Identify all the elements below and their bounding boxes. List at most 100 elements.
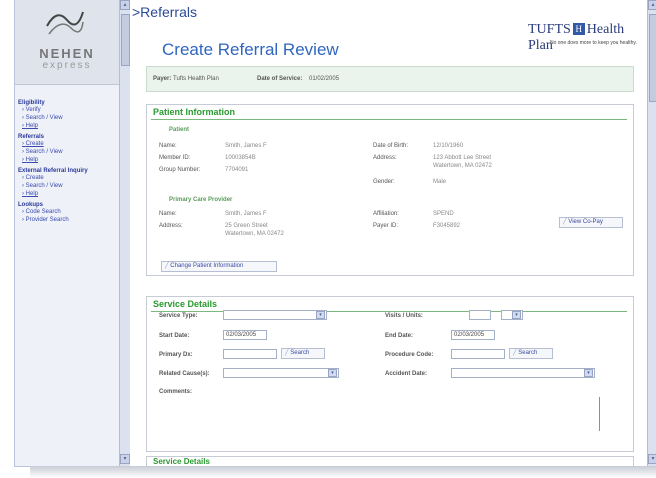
- gender-value: Male: [433, 179, 447, 185]
- nav-link[interactable]: › Create: [18, 174, 116, 182]
- logo-swoosh-icon: [46, 11, 84, 35]
- frame-shadow: [30, 466, 656, 478]
- chevron-down-icon[interactable]: ▾: [328, 369, 337, 377]
- primary-dx-search-button[interactable]: ╱ Search: [281, 348, 325, 359]
- primary-dx-input[interactable]: [223, 349, 277, 359]
- procedure-code-input[interactable]: [451, 349, 505, 359]
- view-copay-label: View Co-Pay: [568, 219, 603, 225]
- nav-link[interactable]: › Create: [18, 140, 116, 148]
- sidebar-scroll-thumb[interactable]: [121, 14, 130, 66]
- service-type-select[interactable]: ▾: [223, 310, 327, 320]
- comments-textarea-edge: [599, 397, 600, 431]
- scroll-up-icon[interactable]: ▴: [648, 0, 656, 10]
- procedure-search-button[interactable]: ╱ Search: [509, 348, 553, 359]
- dob-label: Date of Birth:: [373, 143, 409, 149]
- section-title: Patient Information: [153, 107, 236, 117]
- payer-label: Payer:: [153, 76, 172, 82]
- nav-link[interactable]: › Search / View: [18, 114, 116, 122]
- page-title: Create Referral Review: [162, 40, 339, 59]
- main-scrollbar[interactable]: ▴ ▾: [647, 0, 656, 466]
- logo-text: NEHEN: [39, 46, 95, 61]
- name-value: Smith, James F: [225, 143, 267, 149]
- nav-link-label: Create: [25, 141, 44, 147]
- main-scroll-thumb[interactable]: [649, 14, 656, 102]
- nav-link[interactable]: › Code Search: [18, 208, 116, 216]
- nav-link-label: Help: [25, 157, 39, 163]
- nav-link-label: Code Search: [25, 209, 61, 215]
- pcp-address-line1: 25 Green Street: [225, 223, 268, 229]
- end-date-label: End Date:: [385, 333, 414, 339]
- nav-link-label: Verify: [25, 107, 41, 113]
- service-type-label: Service Type:: [159, 313, 198, 319]
- nav-link[interactable]: › Provider Search: [18, 216, 116, 224]
- comments-label: Comments:: [159, 389, 193, 395]
- address-line2: Watertown, MA 02472: [433, 163, 492, 169]
- main-content: >Referrals Create Referral Review TUFTS H…: [130, 0, 647, 466]
- pcp-address-line2: Watertown, MA 02472: [225, 231, 284, 237]
- pencil-icon: ╱: [513, 350, 517, 356]
- sidebar-scrollbar[interactable]: ▴ ▾: [119, 0, 130, 466]
- group-number-value: 7704091: [225, 167, 249, 173]
- pcp-name-label: Name:: [159, 211, 177, 217]
- scroll-down-icon[interactable]: ▾: [120, 454, 130, 464]
- pcp-subheading: Primary Care Provider: [169, 197, 233, 203]
- dos-value: 01/02/2005: [309, 76, 340, 82]
- gender-label: Gender:: [373, 179, 395, 185]
- section-title: Service Details: [153, 299, 218, 309]
- pencil-icon: ╱: [563, 219, 567, 225]
- accident-date-select[interactable]: ▾: [451, 368, 595, 378]
- nav-link[interactable]: › Search / View: [18, 148, 116, 156]
- breadcrumb: >Referrals: [132, 4, 197, 20]
- dob-value: 12/10/1960: [433, 143, 464, 149]
- pencil-icon: ╱: [285, 350, 289, 356]
- scroll-up-icon[interactable]: ▴: [120, 0, 130, 10]
- brand-left: TUFTS: [528, 22, 571, 37]
- nav-link[interactable]: › Help: [18, 122, 116, 130]
- procedure-code-label: Procedure Code:: [385, 352, 434, 358]
- payer-id-value: F3045892: [433, 223, 461, 229]
- nav-link-label: Help: [25, 191, 39, 197]
- payer-bar: Payer: Tufts Health Plan Date of Service…: [146, 66, 634, 92]
- affiliation-value: SPEND: [433, 211, 454, 217]
- nav-link-label: Create: [25, 175, 44, 181]
- start-date-input[interactable]: 02/03/2005: [223, 330, 267, 340]
- change-patient-button[interactable]: ╱ Change Patient Information: [161, 261, 277, 272]
- primary-dx-label: Primary Dx:: [159, 352, 193, 358]
- brand-tagline: No one does more to keep you healthy.: [550, 40, 637, 46]
- nav-link-label: Search / View: [25, 149, 63, 155]
- chevron-down-icon[interactable]: ▾: [512, 311, 521, 319]
- address-label: Address:: [373, 155, 397, 161]
- brand-mark-icon: H: [572, 23, 585, 35]
- change-patient-label: Change Patient Information: [170, 263, 244, 269]
- search-label: Search: [290, 350, 310, 356]
- search-label: Search: [518, 350, 538, 356]
- nav-link-label: Search / View: [25, 183, 63, 189]
- service-details-section: Service Details Service Type: ▾ Visits /…: [146, 296, 634, 452]
- nav-menu: Eligibility › Verify › Search / View › Help…: [18, 96, 116, 224]
- units-type-select[interactable]: ▾: [501, 310, 523, 320]
- accident-date-label: Accident Date:: [385, 371, 428, 377]
- name-label: Name:: [159, 143, 177, 149]
- browser-frame: NEHEN express Eligibility › Verify › Searc…: [14, 0, 656, 467]
- pencil-icon: ╱: [165, 263, 169, 269]
- dos-label: Date of Service:: [257, 76, 303, 82]
- nav-link[interactable]: › Help: [18, 156, 116, 164]
- patient-subheading: Patient: [169, 127, 190, 133]
- nav-link-label: Search / View: [25, 115, 63, 121]
- end-date-input[interactable]: 02/03/2005: [451, 330, 495, 340]
- visits-units-input[interactable]: [469, 310, 491, 320]
- scroll-down-icon[interactable]: ▾: [648, 454, 656, 464]
- nav-link[interactable]: › Verify: [18, 106, 116, 114]
- logo-subtext: express: [42, 60, 92, 71]
- view-copay-button[interactable]: ╱ View Co-Pay: [559, 217, 623, 228]
- nav-link-label: Provider Search: [25, 217, 69, 223]
- nav-link[interactable]: › Search / View: [18, 182, 116, 190]
- sidebar: NEHEN express Eligibility › Verify › Searc…: [15, 0, 119, 466]
- member-id-value: 10003854B: [225, 155, 256, 161]
- address-line1: 123 Abbott Lee Street: [433, 155, 492, 161]
- chevron-down-icon[interactable]: ▾: [316, 311, 325, 319]
- related-causes-select[interactable]: ▾: [223, 368, 339, 378]
- nav-link[interactable]: › Help: [18, 190, 116, 198]
- visits-units-label: Visits / Units:: [385, 313, 423, 319]
- chevron-down-icon[interactable]: ▾: [584, 369, 593, 377]
